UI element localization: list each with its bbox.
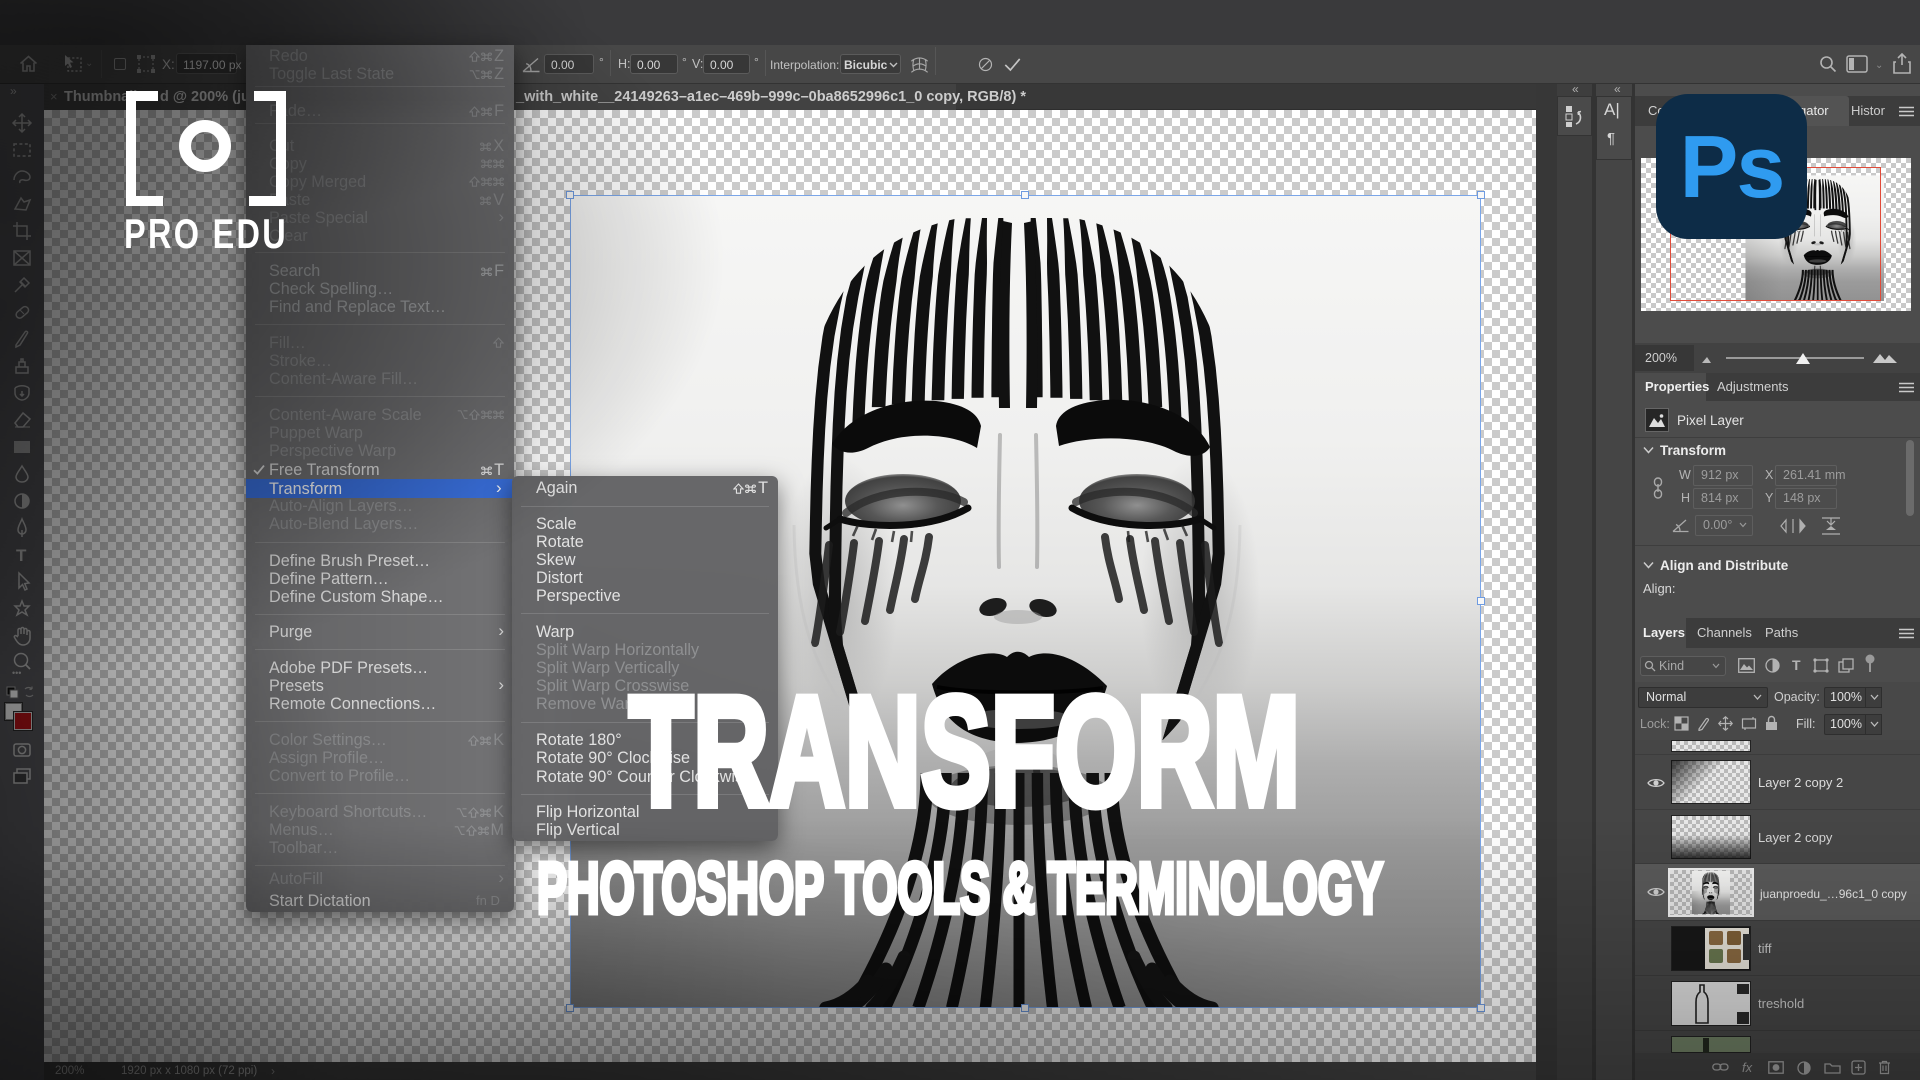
svg-text:PRO EDU: PRO EDU (124, 210, 288, 253)
svg-text:T: T (16, 546, 27, 565)
